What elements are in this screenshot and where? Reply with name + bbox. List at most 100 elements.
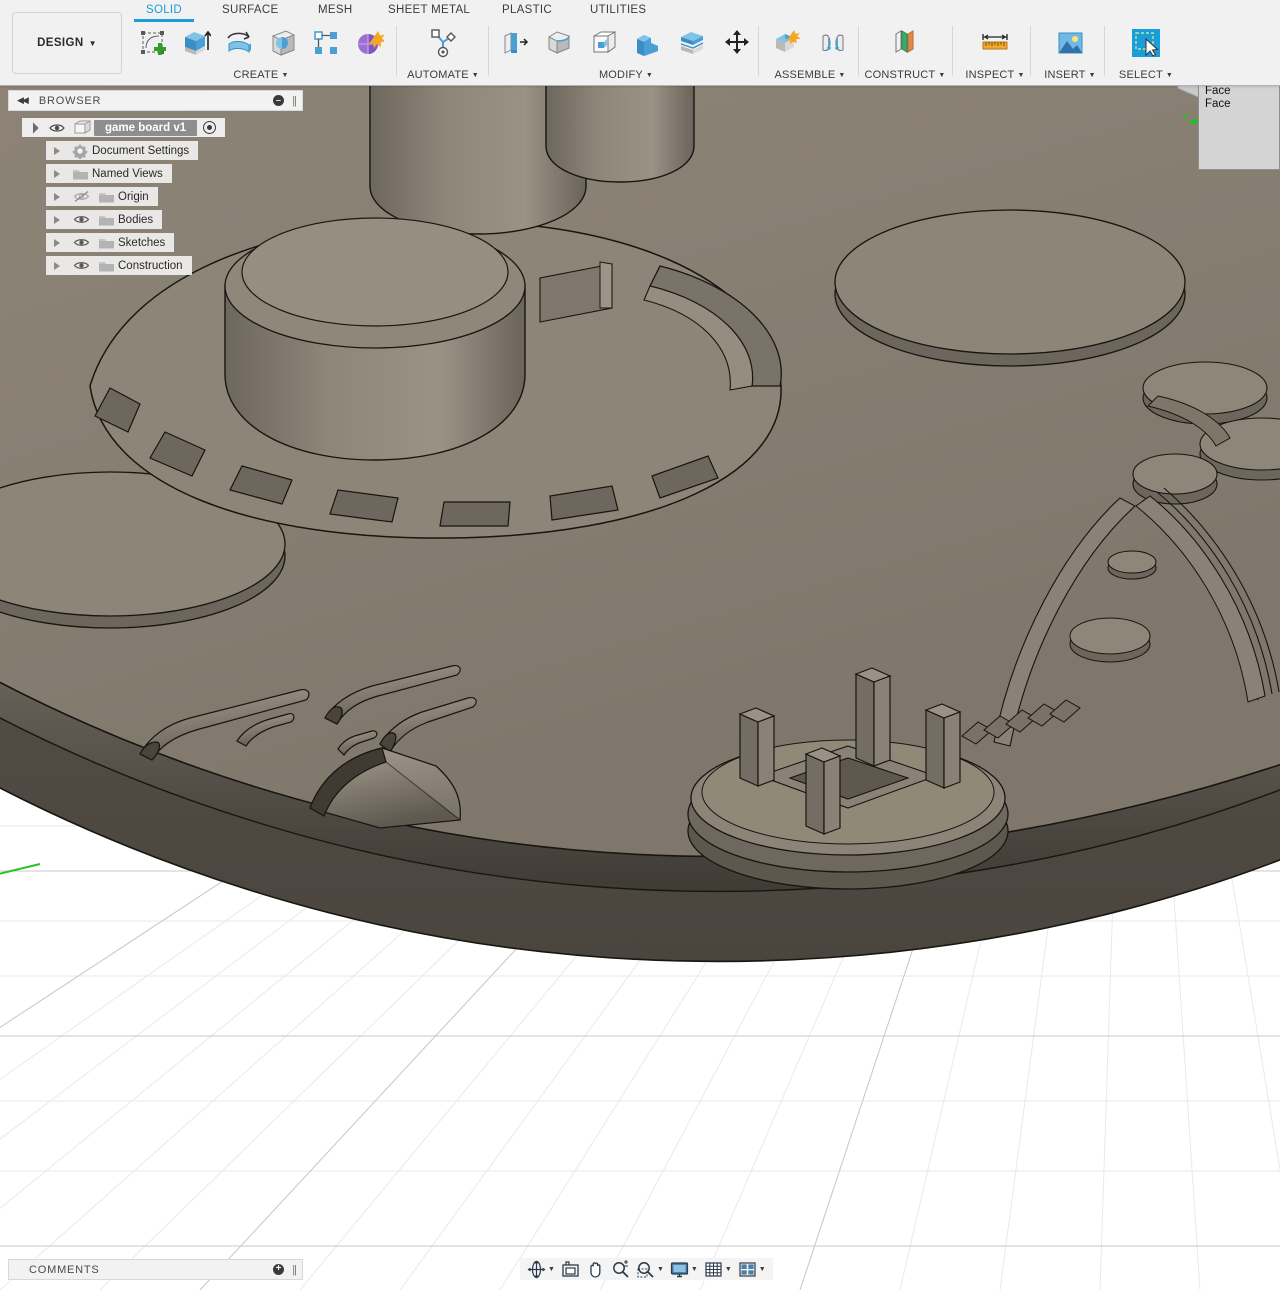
browser-item-construction[interactable]: Construction	[8, 254, 303, 277]
grip-icon[interactable]: ||	[292, 1264, 296, 1276]
chevron-down-icon: ▼	[1166, 72, 1173, 79]
visibility-eye-icon[interactable]	[44, 122, 70, 134]
browser-panel: ◀◀ BROWSER – || game board v1	[8, 90, 303, 277]
form-icon[interactable]	[349, 22, 390, 64]
comments-panel[interactable]: COMMENTS + ||	[8, 1259, 303, 1280]
grip-icon[interactable]: ||	[292, 95, 296, 107]
folder-icon	[68, 167, 92, 181]
comments-title: COMMENTS	[29, 1264, 100, 1276]
display-settings-icon[interactable]: ▼	[667, 1258, 701, 1280]
fillet-icon[interactable]	[538, 22, 580, 64]
construct-plane-icon[interactable]	[883, 22, 927, 64]
ribbon-group-create-label: CREATE▼	[132, 69, 390, 81]
browser-item-label: Origin	[118, 191, 149, 203]
workspace-switcher-label: DESIGN	[37, 37, 84, 49]
folder-icon	[94, 213, 118, 227]
depth-row[interactable]: Face	[1199, 97, 1279, 110]
gear-icon	[68, 143, 92, 159]
expand-toggle[interactable]	[46, 239, 68, 247]
double-left-arrow-icon[interactable]: ◀◀	[17, 95, 27, 106]
ribbon-group-modify: MODIFY▼	[494, 22, 758, 82]
automate-icon[interactable]	[421, 22, 465, 64]
minus-circle-icon[interactable]: –	[273, 95, 284, 106]
look-at-icon[interactable]	[558, 1258, 583, 1280]
tab-sheet-metal-label: SHEET METAL	[388, 4, 470, 16]
chevron-down-icon: ▼	[646, 72, 653, 79]
combine-icon[interactable]	[627, 22, 669, 64]
browser-item-sketches[interactable]: Sketches	[8, 231, 303, 254]
shell-icon[interactable]	[583, 22, 625, 64]
browser-item-origin[interactable]: Origin	[8, 185, 303, 208]
tab-surface[interactable]: SURFACE	[222, 4, 278, 16]
expand-toggle[interactable]	[46, 216, 68, 224]
insert-image-icon[interactable]	[1048, 22, 1092, 64]
tab-surface-label: SURFACE	[222, 4, 278, 16]
toolbar-separator	[396, 26, 397, 76]
visibility-eye-icon[interactable]	[68, 213, 94, 226]
chevron-down-icon: ▼	[838, 72, 845, 79]
new-sketch-icon[interactable]	[132, 22, 173, 64]
visibility-eye-icon[interactable]	[68, 236, 94, 249]
joint-icon[interactable]	[811, 22, 855, 64]
tab-utilities[interactable]: UTILITIES	[590, 4, 646, 16]
zoom-icon[interactable]	[608, 1258, 633, 1280]
press-pull-icon[interactable]	[494, 22, 536, 64]
pattern-icon[interactable]	[305, 22, 346, 64]
browser-title: BROWSER	[39, 95, 101, 107]
revolve-icon[interactable]	[219, 22, 260, 64]
tab-sheet-metal[interactable]: SHEET METAL	[388, 4, 470, 16]
visibility-eye-off-icon[interactable]	[68, 190, 94, 203]
tab-mesh-label: MESH	[318, 4, 352, 16]
measure-icon[interactable]	[973, 22, 1017, 64]
main-toolbar: DESIGN ▼ SOLID SURFACE MESH SHEET METAL …	[0, 0, 1280, 86]
extrude-icon[interactable]	[175, 22, 216, 64]
viewports-icon[interactable]: ▼	[735, 1258, 769, 1280]
ribbon-group-assemble-label: ASSEMBLE▼	[764, 69, 856, 81]
ribbon-group-select: SELECT▼	[1108, 22, 1184, 82]
ribbon-group-inspect: INSPECT▼	[956, 22, 1034, 82]
depth-panel: Depth F Face Face	[1198, 84, 1280, 170]
plus-circle-icon[interactable]: +	[273, 1264, 284, 1275]
chevron-down-icon: ▼	[472, 72, 479, 79]
expand-toggle[interactable]	[46, 170, 68, 178]
chevron-down-icon: ▼	[1017, 72, 1024, 79]
browser-item-document-settings[interactable]: Document Settings	[8, 139, 303, 162]
ribbon-group-assemble: ASSEMBLE▼	[764, 22, 856, 82]
ribbon-group-automate-label: AUTOMATE▼	[404, 69, 482, 81]
toolbar-separator	[1104, 26, 1105, 76]
expand-toggle[interactable]	[46, 262, 68, 270]
chevron-down-icon[interactable]: ▼	[759, 1266, 766, 1273]
expand-toggle-root[interactable]	[22, 124, 44, 132]
pan-hand-icon[interactable]	[583, 1258, 608, 1280]
expand-toggle[interactable]	[46, 147, 68, 155]
chevron-down-icon[interactable]: ▼	[657, 1266, 664, 1273]
new-component-icon[interactable]	[765, 22, 809, 64]
chevron-down-icon[interactable]: ▼	[725, 1266, 732, 1273]
browser-title-bar[interactable]: ◀◀ BROWSER – ||	[8, 90, 303, 111]
radio-active-icon[interactable]	[203, 121, 216, 134]
select-window-icon[interactable]	[1124, 22, 1168, 64]
orbit-icon[interactable]: ▼	[524, 1258, 558, 1280]
tab-solid[interactable]: SOLID	[146, 4, 182, 16]
visibility-eye-icon[interactable]	[68, 259, 94, 272]
browser-root-row[interactable]: game board v1	[8, 116, 303, 139]
tab-plastic[interactable]: PLASTIC	[502, 4, 552, 16]
move-copy-icon[interactable]	[716, 22, 758, 64]
browser-tree: game board v1 Document Settings Named V	[8, 111, 303, 277]
browser-item-named-views[interactable]: Named Views	[8, 162, 303, 185]
chevron-down-icon[interactable]: ▼	[548, 1266, 555, 1273]
browser-item-label: Construction	[118, 260, 183, 272]
tab-plastic-label: PLASTIC	[502, 4, 552, 16]
folder-icon	[94, 259, 118, 273]
tab-mesh[interactable]: MESH	[318, 4, 352, 16]
ribbon-group-automate: AUTOMATE▼	[404, 22, 482, 82]
offset-face-icon[interactable]	[671, 22, 713, 64]
chevron-down-icon[interactable]: ▼	[691, 1266, 698, 1273]
browser-item-bodies[interactable]: Bodies	[8, 208, 303, 231]
grid-snaps-icon[interactable]: ▼	[701, 1258, 735, 1280]
sweep-icon[interactable]	[262, 22, 303, 64]
folder-icon	[94, 190, 118, 204]
zoom-window-icon[interactable]: ▼	[633, 1258, 667, 1280]
browser-item-label: Document Settings	[92, 145, 189, 157]
expand-toggle[interactable]	[46, 193, 68, 201]
